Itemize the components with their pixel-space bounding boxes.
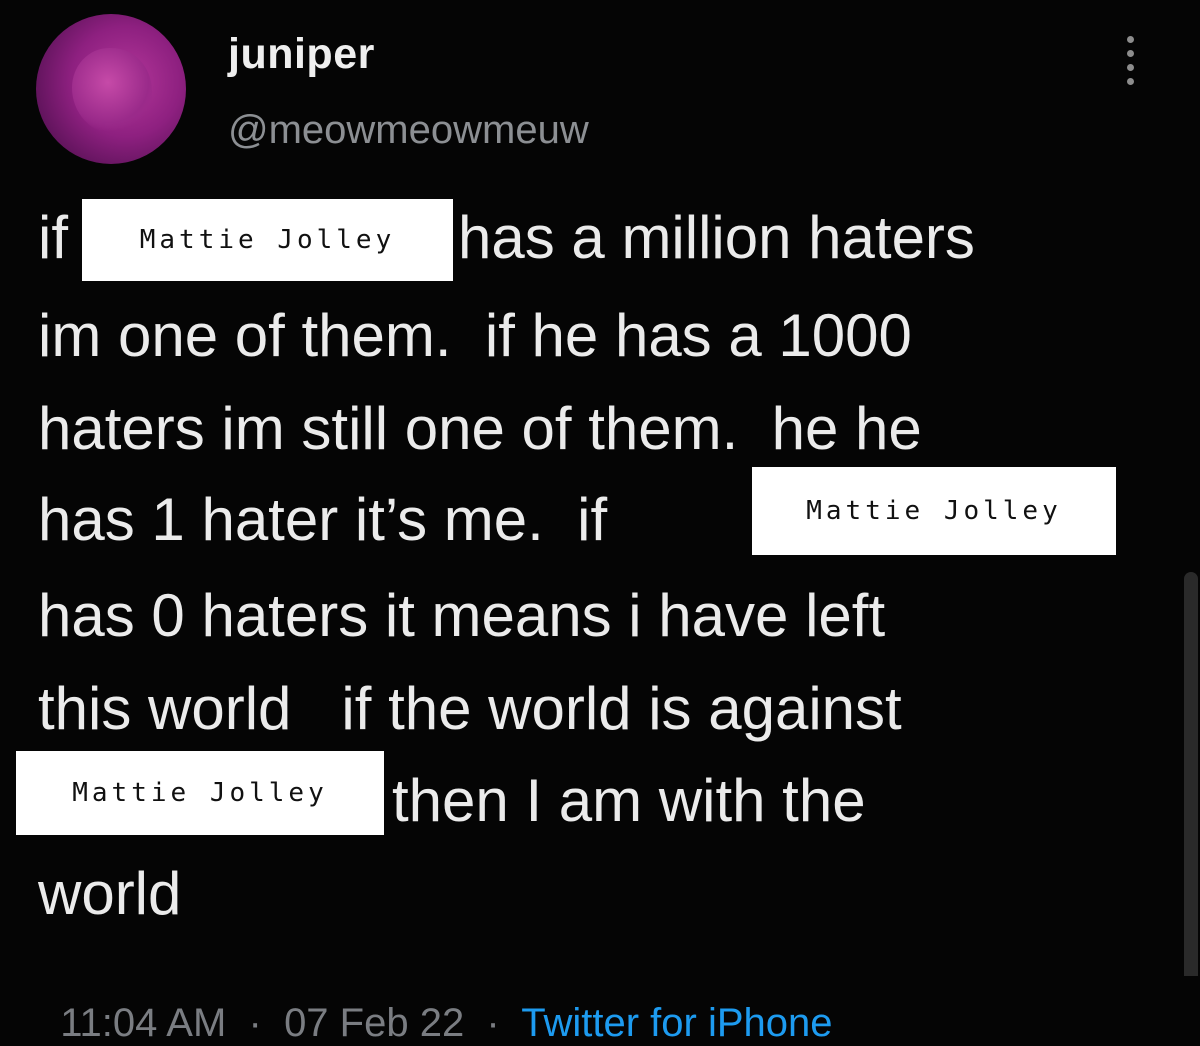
tweet-text-line-3: haters im still one of them. he he	[38, 395, 922, 462]
tweet-date: 07 Feb 22	[284, 1001, 465, 1045]
scrollbar[interactable]	[1184, 572, 1198, 976]
tweet-text-line-1-start: if	[38, 204, 68, 271]
tweet-text-line-6: this world if the world is against	[38, 675, 902, 742]
tweet-source-link[interactable]: Twitter for iPhone	[521, 1001, 832, 1045]
more-vertical-icon[interactable]	[1127, 36, 1139, 92]
avatar-face	[72, 48, 152, 134]
user-handle[interactable]: @meowmeowmeuw	[228, 108, 589, 153]
tweet-text-line-4: has 1 hater it’s me. if	[38, 486, 608, 553]
tweet-text-line-2: im one of them. if he has a 1000	[38, 302, 912, 369]
display-name[interactable]: juniper	[228, 30, 375, 79]
tweet-text-line-5: has 0 haters it means i have left	[38, 582, 886, 649]
redaction-box: Mattie Jolley	[752, 467, 1116, 555]
tweet-text-line-7: then I am with the	[392, 767, 866, 834]
tweet-text-line-1-end: has a million haters	[458, 204, 975, 271]
profile-avatar[interactable]	[36, 14, 186, 164]
tweet-meta: 11:04 AM · 07 Feb 22 · Twitter for iPhon…	[60, 1001, 833, 1045]
redaction-box: Mattie Jolley	[82, 199, 453, 281]
tweet-time: 11:04 AM	[60, 1001, 227, 1045]
tweet-text-line-8: world	[38, 860, 182, 927]
redaction-box: Mattie Jolley	[16, 751, 384, 835]
